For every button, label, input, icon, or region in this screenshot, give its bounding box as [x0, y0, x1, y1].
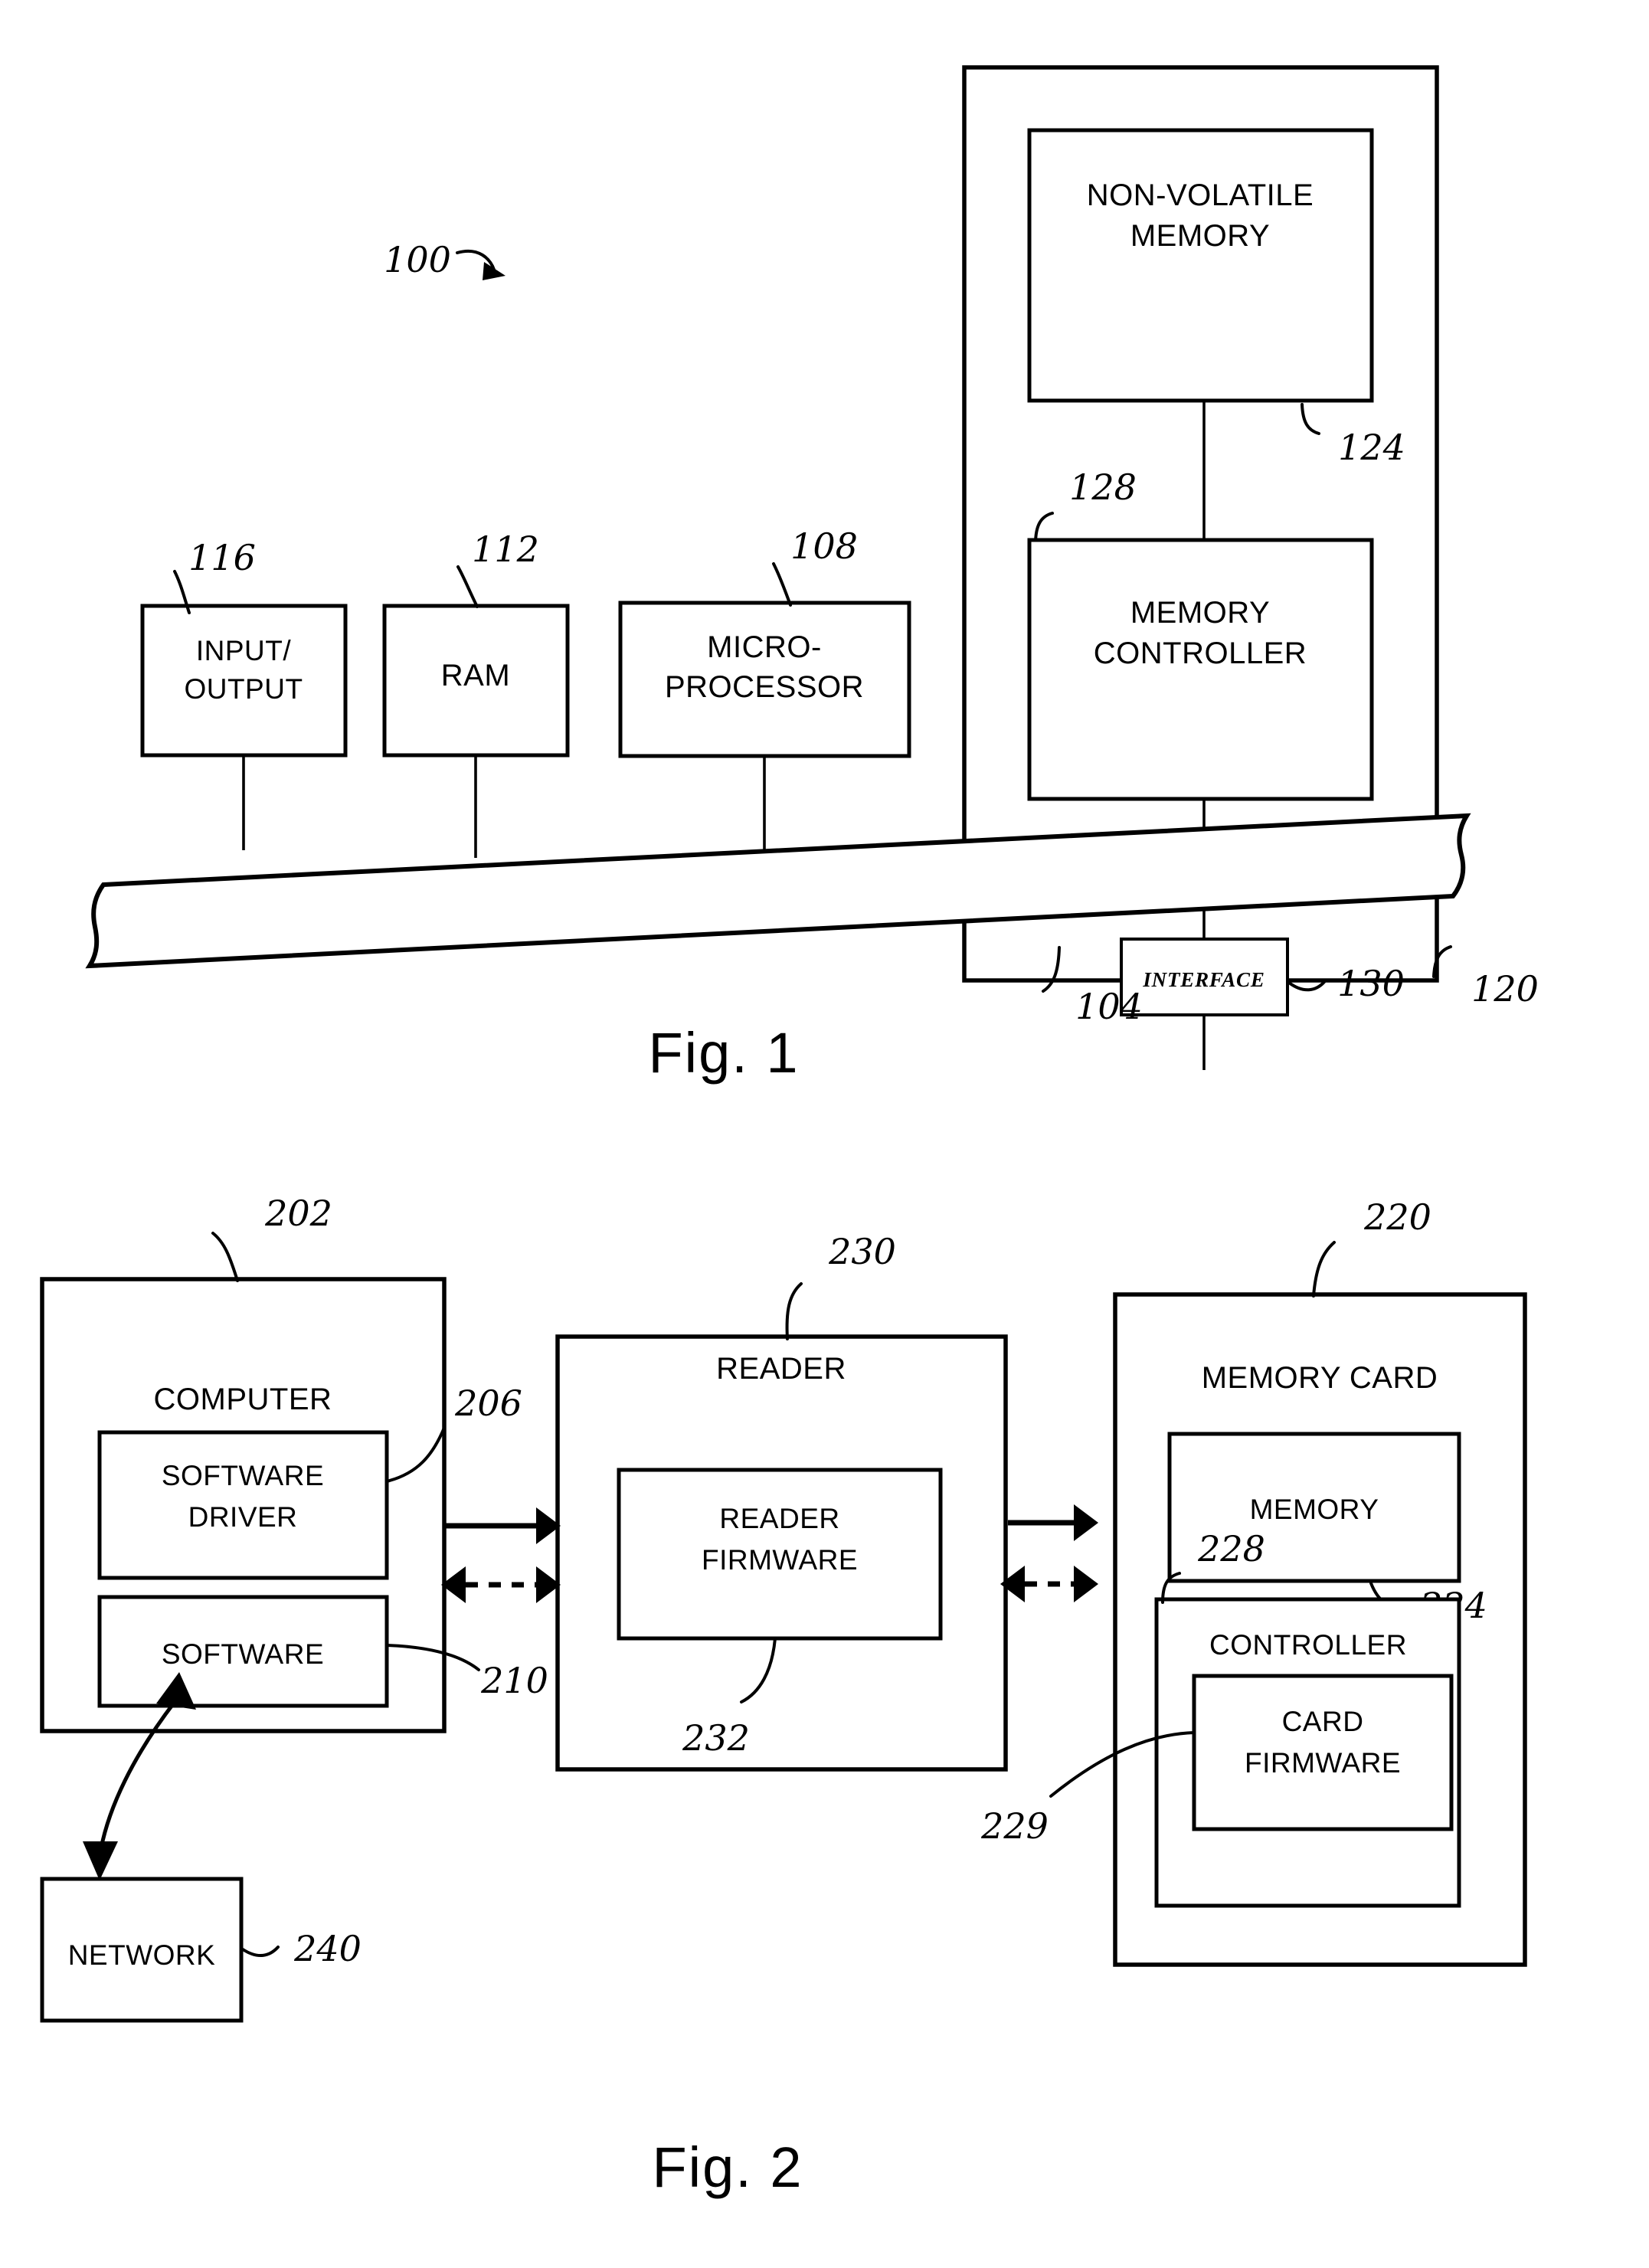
ref-130: 130 [1337, 963, 1405, 1004]
controller-label: CONTROLLER [1209, 1629, 1407, 1661]
ref-120: 120 [1471, 968, 1539, 1010]
figures-canvas: 100 NON-VOLATILE MEMORY 124 128 MEMORY C… [40, 65, 1539, 2199]
ref-104: 104 [1075, 986, 1143, 1027]
nonvolatile-memory-label-line1: NON-VOLATILE [1087, 178, 1314, 212]
ref-202: 202 [264, 1193, 332, 1234]
card-firmware-label-line1: CARD [1282, 1706, 1364, 1737]
reader-firmware-label-line2: FIRMWARE [702, 1544, 858, 1576]
software-driver-label-line2: DRIVER [188, 1501, 298, 1533]
card-firmware-label-line2: FIRMWARE [1245, 1747, 1401, 1779]
ram-label: RAM [441, 659, 510, 692]
ref-240: 240 [293, 1928, 362, 1969]
ref-230: 230 [828, 1231, 896, 1272]
input-output-label-line2: OUTPUT [184, 673, 303, 705]
interface-label: INTERFACE [1142, 968, 1265, 991]
input-output-label-line1: INPUT/ [196, 635, 292, 666]
ref-228: 228 [1197, 1528, 1265, 1569]
microprocessor-label-line1: MICRO- [707, 630, 822, 664]
software-driver-label-line1: SOFTWARE [162, 1460, 324, 1491]
memory-label: MEMORY [1250, 1494, 1379, 1525]
ref-232: 232 [682, 1717, 750, 1759]
ref-220: 220 [1363, 1196, 1431, 1238]
nonvolatile-memory-label-line2: MEMORY [1130, 219, 1270, 253]
ref-100: 100 [384, 239, 451, 280]
figure-2: COMPUTER 202 SOFTWARE DRIVER 206 SOFTWAR… [40, 1193, 1527, 2199]
software-label: SOFTWARE [162, 1638, 324, 1670]
microprocessor-label-line2: PROCESSOR [665, 670, 864, 704]
memory-controller-label-line2: CONTROLLER [1094, 637, 1307, 670]
patent-drawing-sheet: 100 NON-VOLATILE MEMORY 124 128 MEMORY C… [0, 0, 1649, 2268]
memory-card-label: MEMORY CARD [1202, 1361, 1438, 1395]
nonvolatile-memory-box [1027, 128, 1374, 403]
reader-card-arrowhead-right [1074, 1566, 1098, 1602]
ref-128: 128 [1069, 466, 1137, 508]
fig1-caption: Fig. 1 [648, 1021, 799, 1085]
ref-206: 206 [454, 1383, 522, 1424]
memory-controller-label-line1: MEMORY [1130, 596, 1270, 630]
network-label: NETWORK [68, 1939, 216, 1971]
ref-124: 124 [1338, 427, 1405, 468]
ref-229: 229 [980, 1805, 1049, 1847]
reader-label: READER [716, 1352, 846, 1386]
ref-210: 210 [480, 1660, 548, 1701]
computer-label: COMPUTER [154, 1383, 332, 1416]
ref-108: 108 [790, 525, 858, 567]
ref-100-arrowhead [483, 262, 505, 280]
reader-to-card-arrowhead [1074, 1504, 1098, 1541]
fig2-caption: Fig. 2 [652, 2135, 803, 2199]
figure-1: 100 NON-VOLATILE MEMORY 124 128 MEMORY C… [85, 65, 1539, 1085]
ref-116: 116 [188, 537, 256, 578]
reader-firmware-label-line1: READER [719, 1503, 839, 1534]
software-network-arrowhead-down [83, 1841, 118, 1880]
ref-112: 112 [472, 529, 539, 570]
